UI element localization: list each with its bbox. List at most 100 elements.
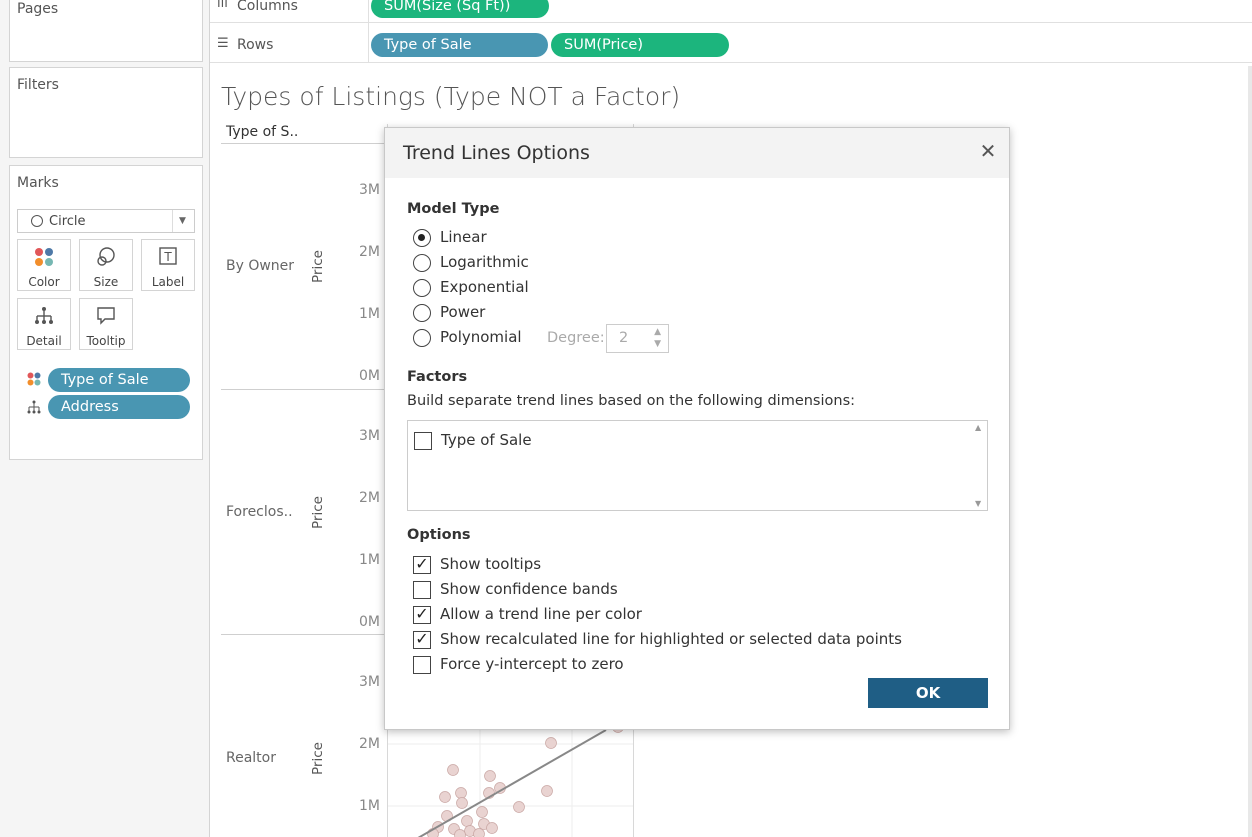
tooltip-button[interactable]: Tooltip	[79, 298, 133, 350]
color-icon	[18, 246, 70, 274]
y-tick: 1M	[359, 306, 380, 322]
y-tick: 2M	[359, 490, 380, 506]
stepper-down-icon[interactable]: ▼	[654, 339, 661, 349]
columns-pill[interactable]: SUM(Size (Sq Ft))	[371, 0, 549, 18]
columns-icon: iii	[217, 0, 228, 11]
color-button[interactable]: Color	[17, 239, 71, 291]
model-option-label: Logarithmic	[440, 253, 529, 271]
ok-button[interactable]: OK	[868, 678, 988, 708]
close-icon[interactable]: ✕	[977, 140, 999, 162]
degree-label: Degree:	[547, 330, 605, 346]
chevron-down-icon[interactable]: ▼	[172, 210, 192, 232]
size-label: Size	[93, 275, 119, 289]
realtor-scatter-plot[interactable]	[388, 730, 633, 837]
data-point	[541, 785, 553, 797]
dialog-header: Trend Lines Options ✕	[385, 128, 1009, 178]
trend-lines-options-dialog: Trend Lines Options ✕ Model Type Linear …	[384, 127, 1010, 730]
options-heading: Options	[407, 527, 471, 543]
stepper-up-icon[interactable]: ▲	[654, 327, 661, 337]
data-point	[545, 737, 557, 749]
degree-stepper[interactable]: 2 ▲ ▼	[606, 324, 669, 353]
size-button[interactable]: Size	[79, 239, 133, 291]
price-axis-label: Price	[310, 742, 326, 775]
row-divider	[221, 389, 388, 390]
scroll-down-icon[interactable]: ▼	[975, 499, 981, 508]
mark-type-value: Circle	[49, 214, 86, 229]
marks-color-pill[interactable]: Type of Sale	[48, 368, 190, 392]
factors-list[interactable]: Type of Sale ▲ ▼	[407, 420, 988, 511]
color-label: Color	[28, 275, 60, 289]
columns-shelf-label: Columns	[237, 0, 298, 14]
data-point	[456, 797, 468, 809]
filters-label: Filters	[17, 77, 59, 93]
radio-button[interactable]	[413, 254, 431, 272]
option-label: Show tooltips	[440, 555, 542, 573]
header-divider	[221, 143, 388, 144]
scroll-up-icon[interactable]: ▲	[975, 423, 981, 432]
checkbox[interactable]	[413, 581, 431, 599]
dialog-title: Trend Lines Options	[403, 142, 590, 164]
radio-button[interactable]	[413, 329, 431, 347]
factors-heading: Factors	[407, 369, 468, 385]
row-label-by-owner[interactable]: By Owner	[226, 258, 294, 274]
radio-button[interactable]	[413, 279, 431, 297]
marks-label: Marks	[17, 175, 59, 191]
shelves-area: iii Columns SUM(Size (Sq Ft)) ☰ Rows Typ…	[210, 0, 1252, 66]
filters-card[interactable]: Filters	[9, 67, 203, 158]
shelf-separator	[210, 62, 1252, 63]
rows-pill-price[interactable]: SUM(Price)	[551, 33, 729, 57]
right-edge	[1248, 66, 1252, 837]
row-label-realtor[interactable]: Realtor	[226, 750, 276, 766]
model-option-label: Exponential	[440, 278, 529, 296]
checkbox[interactable]: ✓	[413, 556, 431, 574]
text-label-icon: T	[142, 246, 194, 274]
y-tick: 1M	[359, 798, 380, 814]
pages-card[interactable]: Pages	[9, 0, 203, 62]
y-tick: 3M	[359, 674, 380, 690]
marks-detail-pill[interactable]: Address	[48, 395, 190, 419]
data-point	[473, 828, 485, 837]
marks-card: Marks Circle ▼ Color Size T Label Detail…	[9, 165, 203, 460]
row-label-foreclosure[interactable]: Foreclos..	[226, 504, 293, 520]
data-point	[513, 801, 525, 813]
label-label: Label	[151, 275, 185, 289]
circle-icon	[31, 215, 43, 227]
price-axis-label: Price	[310, 250, 326, 283]
rows-icon: ☰	[217, 36, 229, 51]
checkbox[interactable]: ✓	[413, 631, 431, 649]
svg-text:T: T	[163, 250, 172, 264]
detail-button[interactable]: Detail	[17, 298, 71, 350]
label-button[interactable]: T Label	[141, 239, 195, 291]
detail-icon	[18, 305, 70, 333]
mark-type-dropdown[interactable]: Circle ▼	[17, 209, 195, 233]
degree-value: 2	[619, 330, 629, 346]
data-point	[454, 829, 466, 837]
color-field-icon	[27, 371, 41, 390]
option-label: Show recalculated line for highlighted o…	[440, 630, 902, 648]
checkbox[interactable]	[413, 656, 431, 674]
radio-button[interactable]	[413, 304, 431, 322]
data-point	[476, 806, 488, 818]
data-point	[455, 787, 467, 799]
checkbox[interactable]	[414, 432, 432, 450]
shelf-separator	[210, 22, 1252, 23]
option-label: Force y-intercept to zero	[440, 655, 624, 673]
row-divider	[221, 634, 388, 635]
shelf-divider	[368, 0, 369, 62]
left-panel: Pages Filters Marks Circle ▼ Color Size …	[0, 0, 210, 837]
y-tick: 2M	[359, 736, 380, 752]
y-tick: 0M	[359, 614, 380, 630]
y-tick: 3M	[359, 182, 380, 198]
model-option-label: Polynomial	[440, 328, 522, 346]
detail-label: Detail	[26, 334, 62, 348]
header-type-of-sale[interactable]: Type of S..	[226, 124, 298, 140]
option-label: Show confidence bands	[440, 580, 618, 598]
model-option-label: Power	[440, 303, 486, 321]
price-axis-label: Price	[310, 496, 326, 529]
checkbox[interactable]: ✓	[413, 606, 431, 624]
data-point	[447, 764, 459, 776]
radio-button[interactable]	[413, 229, 431, 247]
factors-scrollbar[interactable]: ▲ ▼	[972, 421, 987, 510]
rows-pill-type-of-sale[interactable]: Type of Sale	[371, 33, 548, 57]
y-tick: 3M	[359, 428, 380, 444]
